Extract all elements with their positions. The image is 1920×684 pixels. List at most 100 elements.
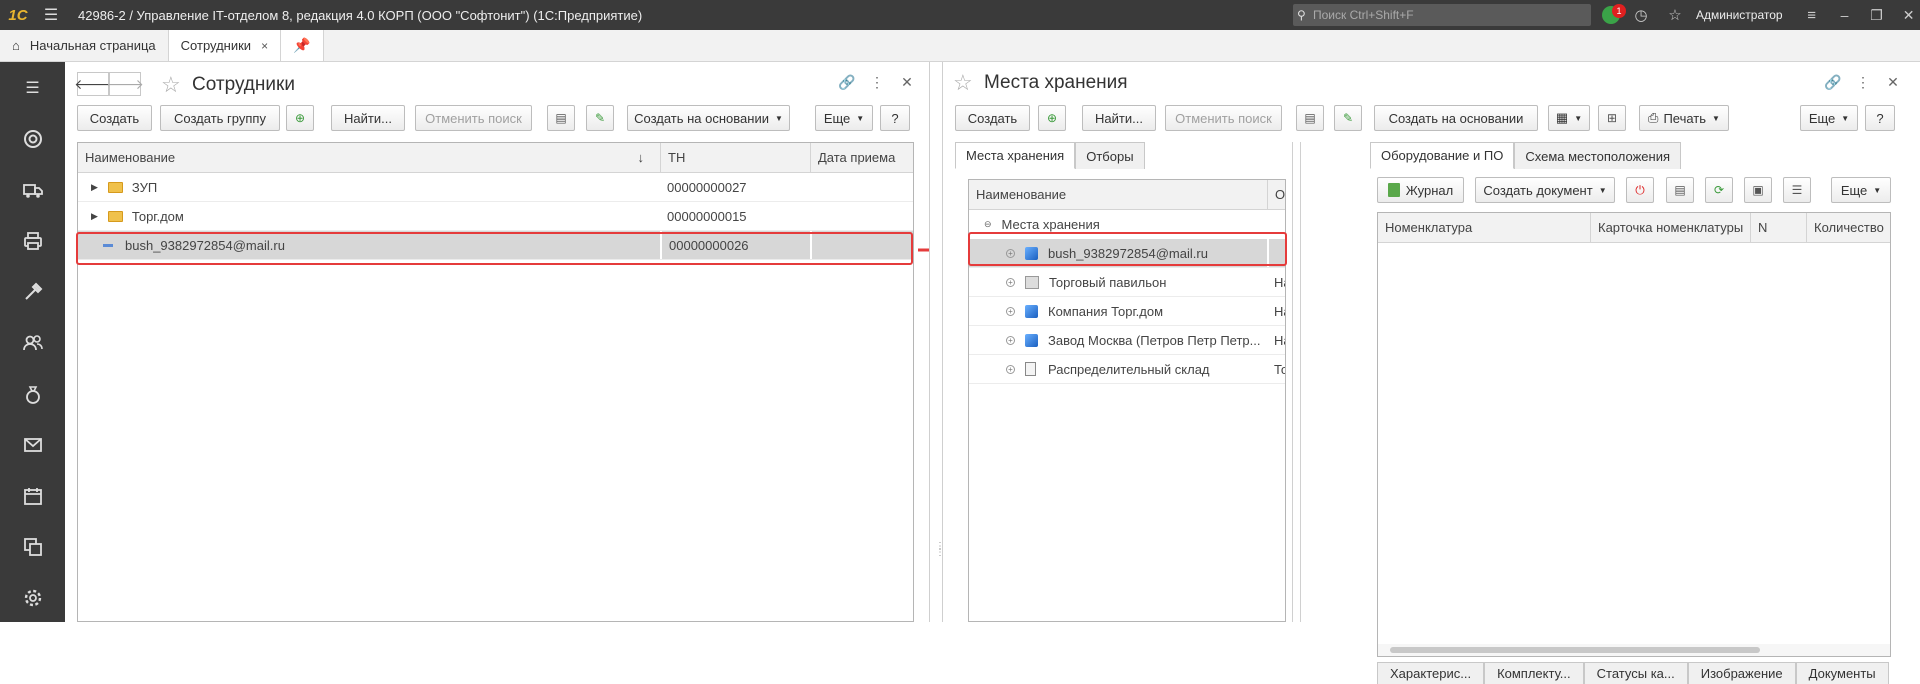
tab-documents[interactable]: Документы [1795, 662, 1889, 684]
table-row[interactable]: ▶ Торг.дом 00000000015 [78, 202, 913, 231]
notifications-button[interactable]: 1 [1598, 4, 1626, 26]
expand-icon[interactable]: + [1006, 306, 1015, 316]
tab-image[interactable]: Изображение [1687, 662, 1796, 684]
table-row[interactable]: ▶ ЗУП 00000000027 [78, 173, 913, 202]
list-view-icon[interactable]: ▤ [547, 105, 575, 131]
menu-icon[interactable]: ☰ [0, 62, 65, 113]
moneybag-icon[interactable] [0, 368, 65, 419]
cancel-search-button[interactable]: Отменить поиск [415, 105, 532, 131]
help-button[interactable]: ? [880, 105, 910, 131]
card-icon[interactable]: ▣ [1744, 177, 1772, 203]
gear-icon[interactable] [0, 572, 65, 623]
journal-button[interactable]: Журнал [1377, 177, 1464, 203]
truck-icon[interactable] [0, 164, 65, 215]
tab-home[interactable]: ⌂ Начальная страница [0, 30, 169, 61]
tab-characteristics[interactable]: Характерис... [1377, 662, 1485, 684]
printer-icon[interactable] [0, 215, 65, 266]
tab-kits[interactable]: Комплекту... [1484, 662, 1584, 684]
tab-filters[interactable]: Отборы [1075, 142, 1145, 169]
print-button[interactable]: ⎙ Печать ▼ [1639, 105, 1729, 131]
more-vert-icon[interactable]: ⋮ [862, 74, 892, 91]
column-nomenclature-header[interactable]: Номенклатура [1378, 213, 1590, 242]
link-icon[interactable]: 🔗 [832, 74, 862, 91]
column-org-header[interactable]: Органи... ↓ [1267, 180, 1285, 209]
edit-pencil-icon[interactable]: ✎ [1334, 105, 1362, 131]
flag-list-icon[interactable]: ☰ [1783, 177, 1811, 203]
tab-employees[interactable]: Сотрудники × [168, 30, 282, 61]
history-icon[interactable]: ◷ [1624, 6, 1658, 24]
list-icon[interactable]: ▤ [1666, 177, 1694, 203]
settings-menu-icon[interactable]: ≡ [1795, 7, 1829, 24]
find-button[interactable]: Найти... [331, 105, 405, 131]
favorites-star-icon[interactable]: ☆ [1658, 6, 1692, 24]
cancel-search-button[interactable]: Отменить поиск [1165, 105, 1282, 131]
favorite-star-icon[interactable]: ☆ [953, 70, 973, 95]
tab-location-scheme[interactable]: Схема местоположения [1514, 142, 1682, 169]
column-date-header[interactable]: Дата приема [810, 143, 913, 172]
create-document-button[interactable]: Создать документ ▼ [1475, 177, 1615, 203]
users-icon[interactable] [0, 317, 65, 368]
report-dropdown-button[interactable]: ▦ ▼ [1548, 105, 1590, 131]
horizontal-scrollbar[interactable] [1378, 644, 1890, 656]
panel-splitter[interactable]: ⋮ ⋮ [929, 62, 945, 622]
copy-item-icon[interactable]: ⊕ [286, 105, 314, 131]
column-card-header[interactable]: Карточка номенклатуры [1590, 213, 1750, 242]
column-n-header[interactable]: N [1750, 213, 1806, 242]
create-button[interactable]: Создать [955, 105, 1030, 131]
restore-button[interactable]: ❐ [1861, 7, 1893, 24]
create-group-button[interactable]: Создать группу [160, 105, 280, 131]
close-icon[interactable]: ✕ [892, 74, 922, 91]
expand-icon[interactable]: ▶ [91, 182, 98, 193]
copy-item-icon[interactable]: ⊕ [1038, 105, 1066, 131]
favorite-star-icon[interactable]: ☆ [161, 72, 181, 97]
tab-equipment[interactable]: Оборудование и ПО [1370, 142, 1515, 169]
stop-icon[interactable]: ⏻ [1626, 177, 1654, 203]
tree-row[interactable]: + Завод Москва (Петров Петр Петр... Наша… [969, 326, 1285, 355]
mail-icon[interactable] [0, 419, 65, 470]
more-button[interactable]: Еще ▼ [1800, 105, 1858, 131]
create-button[interactable]: Создать [77, 105, 152, 131]
expand-icon[interactable]: + [1006, 364, 1015, 374]
main-menu-icon[interactable]: ☰ [36, 5, 66, 25]
more-button[interactable]: Еще ▼ [815, 105, 873, 131]
column-name-header[interactable]: Наименование ↓ [78, 143, 660, 172]
column-tn-header[interactable]: ТН [660, 143, 810, 172]
tree-row[interactable]: + Компания Торг.дом Наша фи... [969, 297, 1285, 326]
expand-icon[interactable]: ▶ [91, 211, 98, 222]
expand-icon[interactable]: + [1006, 277, 1015, 287]
lifebuoy-icon[interactable] [0, 113, 65, 164]
link-icon[interactable]: 🔗 [1818, 74, 1848, 91]
copy-icon[interactable] [0, 521, 65, 572]
tools-icon[interactable] [0, 266, 65, 317]
tab-storage-places[interactable]: Места хранения [955, 142, 1076, 169]
collapse-icon[interactable]: ⊖ [984, 219, 992, 230]
edit-pencil-icon[interactable]: ✎ [586, 105, 614, 131]
tree-row[interactable]: + Торговый павильон Наша фи... [969, 268, 1285, 297]
column-name-header[interactable]: Наименование [969, 180, 1267, 209]
more-vert-icon[interactable]: ⋮ [1848, 74, 1878, 91]
close-tab-icon[interactable]: × [261, 39, 268, 53]
calendar-icon[interactable] [0, 470, 65, 521]
more-button[interactable]: Еще ▼ [1831, 177, 1891, 203]
global-search-input[interactable]: ⚲ Поиск Ctrl+Shift+F [1293, 4, 1591, 26]
tab-pinned[interactable]: 📌 [281, 30, 324, 61]
current-user[interactable]: Администратор [1696, 8, 1783, 22]
help-button[interactable]: ? [1865, 105, 1895, 131]
hierarchy-icon[interactable]: ⊞ [1598, 105, 1626, 131]
create-based-on-button[interactable]: Создать на основании ▼ [627, 105, 790, 131]
forward-button[interactable]: 🡒 [106, 72, 144, 96]
employees-table[interactable]: Наименование ↓ ТН Дата приема ▶ ЗУП 0000… [77, 142, 914, 622]
minimize-button[interactable]: – [1829, 7, 1861, 23]
tab-statuses[interactable]: Статусы ка... [1583, 662, 1688, 684]
close-icon[interactable]: ✕ [1878, 74, 1908, 91]
create-based-on-button[interactable]: Создать на основании [1374, 105, 1538, 131]
find-button[interactable]: Найти... [1082, 105, 1156, 131]
refresh-icon[interactable]: ⟳ [1705, 177, 1733, 203]
column-quantity-header[interactable]: Количество [1806, 213, 1890, 242]
equipment-table[interactable]: Номенклатура Карточка номенклатуры N Кол… [1377, 212, 1891, 657]
list-view-icon[interactable]: ▤ [1296, 105, 1324, 131]
expand-icon[interactable]: + [1006, 335, 1015, 345]
scroll-thumb[interactable] [1390, 647, 1760, 653]
close-window-button[interactable]: ✕ [1893, 7, 1920, 24]
tree-row[interactable]: + Распределительный склад Торговый ... [969, 355, 1285, 384]
